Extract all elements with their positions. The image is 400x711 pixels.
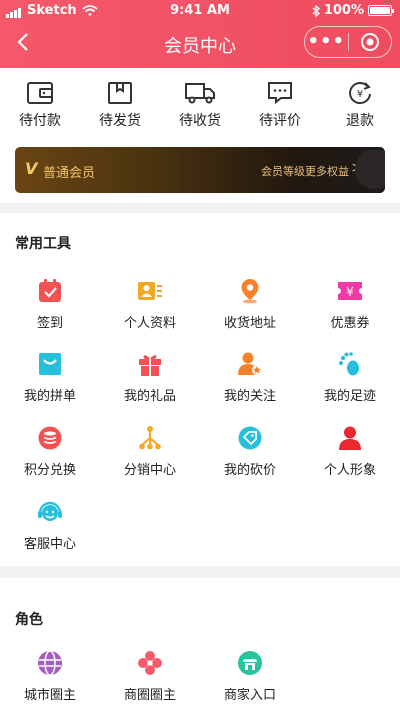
battery-percent: 100% xyxy=(323,3,364,18)
order-pending-payment[interactable]: 待付款 xyxy=(0,80,80,130)
order-pending-receipt[interactable]: 待收货 xyxy=(160,80,240,130)
tool-gifts[interactable]: 我的礼品 xyxy=(100,351,200,404)
tool-label: 我的拼单 xyxy=(23,389,76,404)
tool-distribution[interactable]: 分销中心 xyxy=(100,425,200,478)
role-merchant-entry[interactable]: 商家入口 xyxy=(200,650,300,703)
role-label: 商家入口 xyxy=(223,688,276,703)
roles-section: 角色 城市圈主 商圈圈主 商家入口 xyxy=(0,578,400,711)
tool-label: 分销中心 xyxy=(123,463,176,478)
tool-label: 我的礼品 xyxy=(123,389,176,404)
tool-label: 签到 xyxy=(36,316,63,331)
order-label: 待付款 xyxy=(19,113,61,129)
bluetooth-icon xyxy=(312,4,320,17)
tool-group-buy[interactable]: 我的拼单 xyxy=(0,351,100,404)
order-label: 待评价 xyxy=(259,113,301,129)
order-pending-review[interactable]: 待评价 xyxy=(240,80,320,130)
vip-badge: V xyxy=(25,159,38,178)
role-city-owner[interactable]: 城市圈主 xyxy=(0,650,100,703)
city-globe-icon xyxy=(38,650,62,676)
location-icon xyxy=(241,279,259,304)
headset-icon xyxy=(38,501,62,521)
more-button[interactable]: ••• xyxy=(305,30,348,54)
gift-icon xyxy=(139,355,161,376)
tool-label: 个人资料 xyxy=(123,316,176,331)
box-icon xyxy=(108,82,132,104)
comment-icon xyxy=(268,82,292,105)
member-level-card[interactable]: V 普通会员 会员等级更多权益 > xyxy=(15,147,385,193)
svg-text:¥: ¥ xyxy=(346,285,354,299)
tool-footprints[interactable]: 我的足迹 xyxy=(300,351,400,404)
calendar-icon xyxy=(39,279,61,302)
member-benefits-link[interactable]: 会员等级更多权益 xyxy=(261,163,349,179)
tool-label: 我的关注 xyxy=(223,389,276,404)
order-pending-shipment[interactable]: 待发货 xyxy=(80,80,160,130)
refund-icon: ¥ xyxy=(349,82,371,105)
tool-label: 客服中心 xyxy=(23,537,76,552)
orders-section: 待付款 待发货 待收货 待评价 ¥ 退款 V 普通会员 会员等级更多权益 xyxy=(0,68,400,203)
order-refund[interactable]: ¥ 退款 xyxy=(320,80,400,130)
role-label: 商圈圈主 xyxy=(123,688,176,703)
shop-icon xyxy=(238,651,262,675)
nav-bar: 会员中心 ••• xyxy=(0,22,400,66)
member-card-decoration xyxy=(355,149,385,189)
order-status-row: 待付款 待发货 待收货 待评价 ¥ 退款 xyxy=(0,80,400,130)
tool-label: 积分兑换 xyxy=(23,463,76,478)
order-label: 待发货 xyxy=(99,113,141,129)
close-button[interactable] xyxy=(349,32,392,52)
tool-label: 个人形象 xyxy=(323,463,376,478)
common-tools-section: 常用工具 签到 个人资料 收货地址 ¥ 优惠券 我的拼单 我的礼品 我的关注 我… xyxy=(0,213,400,566)
circle-flower-icon xyxy=(138,651,162,675)
member-level: 普通会员 xyxy=(43,166,96,181)
tool-following[interactable]: 我的关注 xyxy=(200,351,300,404)
footprint-icon xyxy=(339,352,359,376)
coins-icon xyxy=(38,426,62,450)
bargain-tag-icon xyxy=(238,426,262,450)
tool-profile[interactable]: 个人资料 xyxy=(100,278,200,331)
follow-user-icon xyxy=(238,352,262,375)
truck-icon xyxy=(185,83,215,104)
avatar-icon xyxy=(339,426,361,450)
tool-checkin[interactable]: 签到 xyxy=(0,278,100,331)
tool-personal-image[interactable]: 个人形象 xyxy=(300,425,400,478)
tool-coupon[interactable]: ¥ 优惠券 xyxy=(300,278,400,331)
order-label: 待收货 xyxy=(179,113,221,129)
battery-icon xyxy=(368,5,394,16)
profile-card-icon xyxy=(138,282,162,300)
tool-label: 优惠券 xyxy=(330,316,370,331)
tool-address[interactable]: 收货地址 xyxy=(200,278,300,331)
tool-label: 我的砍价 xyxy=(223,463,276,478)
tool-points-exchange[interactable]: 积分兑换 xyxy=(0,425,100,478)
tool-label: 我的足迹 xyxy=(323,389,376,404)
tool-customer-service[interactable]: 客服中心 xyxy=(0,499,100,552)
status-bar: Sketch 9:41 AM 100% xyxy=(0,0,400,22)
shopping-bag-icon xyxy=(39,353,61,375)
wallet-icon xyxy=(27,82,53,104)
target-icon xyxy=(360,33,379,51)
role-label: 城市圈主 xyxy=(23,688,76,703)
role-district-owner[interactable]: 商圈圈主 xyxy=(100,650,200,703)
svg-text:¥: ¥ xyxy=(357,89,363,100)
section-title: 常用工具 xyxy=(15,236,71,252)
mini-program-capsule: ••• xyxy=(304,26,392,58)
header: Sketch 9:41 AM 100% 会员中心 ••• xyxy=(0,0,400,68)
section-title: 角色 xyxy=(15,612,43,628)
tool-bargain[interactable]: 我的砍价 xyxy=(200,425,300,478)
share-tree-icon xyxy=(139,426,161,450)
tool-label: 收货地址 xyxy=(223,316,276,331)
order-label: 退款 xyxy=(346,113,374,129)
coupon-icon: ¥ xyxy=(338,282,362,300)
